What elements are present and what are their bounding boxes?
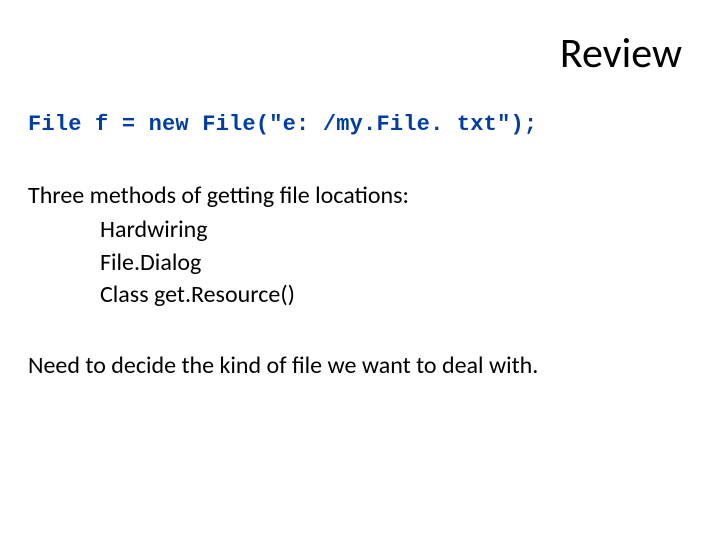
method-item: Hardwiring — [100, 214, 682, 246]
slide: Review File f = new File("e: /my.File. t… — [0, 0, 720, 540]
methods-list: Hardwiring File.Dialog Class get.Resourc… — [28, 214, 682, 311]
closing-text: Need to decide the kind of file we want … — [28, 350, 682, 382]
code-example: File f = new File("e: /my.File. txt"); — [28, 112, 537, 137]
method-item: File.Dialog — [100, 247, 682, 279]
slide-title: Review — [560, 28, 682, 79]
method-item: Class get.Resource() — [100, 279, 682, 311]
slide-body: Three methods of getting file locations:… — [28, 180, 682, 382]
methods-intro: Three methods of getting file locations: — [28, 180, 682, 212]
